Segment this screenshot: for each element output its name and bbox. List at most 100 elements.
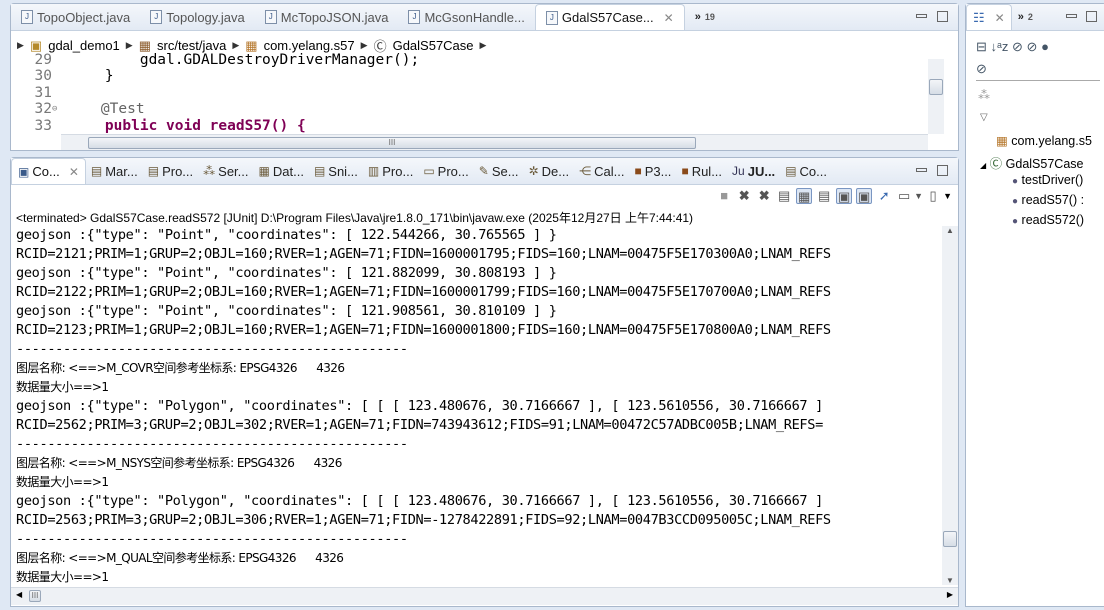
outline-item-class[interactable]: ◢ Ⓒ GdalS57Case [980, 153, 1083, 172]
hide-local-types-icon[interactable]: ⊘ [976, 61, 987, 76]
console-toolbar: ■ ✖ ✖ ▤ ▦ ▤ ▣ ▣ ➚ ▭ ▼ ▯ ▼ [714, 188, 952, 204]
remove-all-launches-icon[interactable]: ✖ [756, 188, 772, 204]
scroll-thumb[interactable]: III [29, 590, 41, 602]
expand-arrow-icon[interactable]: ◢ [980, 161, 986, 170]
tab-debug[interactable]: ✲ De... [524, 158, 575, 184]
tab-properties[interactable]: ▤ Pro... [143, 158, 198, 184]
tab-label: Ser... [218, 163, 249, 179]
console-vertical-scrollbar[interactable]: ▲ ▼ [942, 226, 958, 585]
scroll-up-icon[interactable]: ▲ [942, 226, 958, 235]
scroll-right-icon[interactable]: ▶ [947, 590, 953, 599]
line-number: 29 [34, 52, 52, 68]
collapse-all-icon[interactable]: ⊟ [976, 39, 987, 54]
editor-tab-active[interactable]: J GdalS57Case... ✕ [534, 4, 685, 30]
breadcrumb-class[interactable]: GdalS57Case [393, 38, 474, 53]
tab-snippets[interactable]: ▤ Sni... [309, 158, 363, 184]
tab-data-source[interactable]: ▦ Dat... [254, 158, 309, 184]
minimize-button[interactable] [1066, 14, 1077, 18]
tab-markers[interactable]: ▤ Mar... [86, 158, 143, 184]
java-file-icon: J [21, 10, 33, 24]
code-editor[interactable]: 29 gdal.GDALDestroyDriverManager(); 30 }… [11, 52, 934, 134]
maximize-button[interactable] [937, 165, 948, 176]
console-line: geojson :{"type": "Point", "coordinates"… [16, 265, 557, 281]
word-wrap-icon[interactable]: ▤ [816, 188, 832, 204]
console-line: 数据量大小==>1 [16, 570, 109, 584]
dropdown-arrow-icon[interactable]: ▼ [943, 191, 952, 201]
markers-icon: ▤ [90, 164, 103, 178]
scroll-lock-icon[interactable]: ▦ [796, 188, 813, 204]
breadcrumb-package[interactable]: com.yelang.s57 [264, 38, 355, 53]
java-file-icon: J [408, 10, 421, 24]
breadcrumb-arrow-icon: ▶ [232, 40, 240, 50]
breadcrumb-source-folder[interactable]: src/test/java [157, 38, 226, 53]
scroll-thumb[interactable] [943, 531, 957, 547]
java-file-icon: J [264, 10, 277, 24]
tab-problems[interactable]: ▥ Pro... [363, 158, 418, 184]
hide-static-icon[interactable]: ⊘ [1027, 39, 1038, 54]
outline-item-method[interactable]: ● testDriver() [1012, 173, 1083, 187]
editor-horizontal-scrollbar[interactable]: III [61, 134, 928, 150]
tab-outline[interactable]: ☷ ✕ [966, 4, 1012, 30]
class-icon: Ⓒ [989, 157, 1003, 171]
close-icon[interactable]: ✕ [995, 11, 1005, 25]
tab-rules[interactable]: ■ Rul... [676, 158, 727, 184]
breadcrumb-project[interactable]: gdal_demo1 [48, 38, 120, 53]
remove-launch-icon[interactable]: ✖ [736, 188, 752, 204]
more-tabs-button[interactable]: » 19 [685, 4, 725, 30]
breadcrumb-arrow-icon: ▶ [17, 40, 24, 50]
editor-tab[interactable]: J Topology.java [140, 4, 255, 30]
scroll-left-icon[interactable]: ◀ [16, 590, 22, 599]
editor-tab[interactable]: J McGsonHandle... [398, 4, 534, 30]
junit-icon: Ju [732, 164, 745, 178]
editor-tab[interactable]: J TopoObject.java [11, 4, 140, 30]
tab-search[interactable]: ✎ Se... [474, 158, 524, 184]
sort-icon[interactable]: ↓ᵃz [991, 39, 1009, 54]
terminate-icon[interactable]: ■ [716, 188, 732, 204]
code-text: public void readS57() { [70, 117, 306, 134]
editor-vertical-scrollbar[interactable] [928, 59, 944, 134]
pin-console-icon[interactable]: ➚ [876, 188, 892, 204]
hide-nonpublic-icon[interactable]: ● [1041, 39, 1049, 54]
tab-p3[interactable]: ■ P3... [629, 158, 676, 184]
overflow-count: 19 [704, 12, 715, 22]
scroll-thumb[interactable]: III [88, 137, 696, 149]
tab-label: Co... [799, 163, 827, 179]
code-text: } [70, 68, 114, 85]
tab-junit[interactable]: Ju JU... [727, 158, 780, 184]
method-icon: ● [1012, 216, 1019, 227]
view-menu-icon[interactable]: ▽ [980, 112, 988, 123]
focus-icon[interactable]: ⁂ [978, 88, 990, 102]
console-output[interactable]: geojson :{"type": "Point", "coordinates"… [16, 226, 941, 585]
close-icon[interactable]: ✕ [664, 11, 674, 25]
tab-servers[interactable]: ⁂ Ser... [198, 158, 253, 184]
clear-console-icon[interactable]: ▤ [776, 188, 792, 204]
show-on-stderr-icon[interactable]: ▣ [856, 188, 873, 204]
dropdown-arrow-icon[interactable]: ▼ [914, 191, 923, 201]
tab-label: Pro... [162, 163, 194, 179]
editor-tab[interactable]: J McTopoJSON.java [255, 4, 399, 30]
maximize-button[interactable] [937, 11, 948, 22]
display-console-icon[interactable]: ▭ [896, 188, 912, 204]
hide-fields-icon[interactable]: ⊘ [1012, 39, 1023, 54]
more-views-button[interactable]: » 2 [1012, 4, 1039, 30]
minimize-button[interactable] [916, 168, 927, 172]
java-file-icon: J [150, 10, 163, 24]
show-on-stdout-icon[interactable]: ▣ [836, 188, 853, 204]
tab-console[interactable]: ▣ Co... ✕ [11, 158, 86, 184]
console-horizontal-scrollbar[interactable]: ◀ III ▶ [11, 587, 958, 605]
scroll-down-icon[interactable]: ▼ [942, 576, 958, 585]
outline-item-method[interactable]: ● readS572() [1012, 213, 1084, 227]
close-icon[interactable]: ✕ [69, 165, 79, 179]
outline-item-package[interactable]: ▦ com.yelang.s5 [996, 133, 1092, 148]
minimize-button[interactable] [916, 14, 927, 18]
line-number: 33 [34, 117, 52, 134]
item-label: readS572() [1021, 213, 1085, 227]
maximize-button[interactable] [1086, 11, 1097, 22]
outline-item-method[interactable]: ● readS57() : [1012, 193, 1084, 207]
tab-progress[interactable]: ▭ Pro... [418, 158, 473, 184]
tab-call-hierarchy[interactable]: ⋲ Cal... [574, 158, 629, 184]
scroll-thumb[interactable] [929, 79, 943, 95]
tab-coverage[interactable]: ▤ Co... [780, 158, 832, 184]
tab-label: Co... [32, 164, 60, 179]
open-console-icon[interactable]: ▯ [925, 188, 941, 204]
